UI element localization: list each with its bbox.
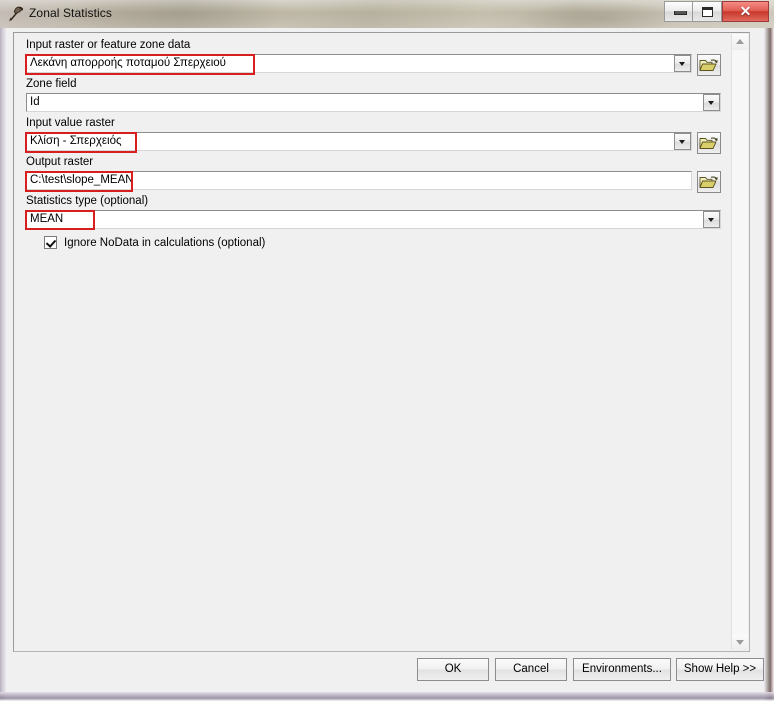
- chevron-down-icon[interactable]: [674, 55, 691, 72]
- field-statistics-type: Statistics type (optional) MEAN: [26, 195, 721, 229]
- statistics-type-combobox[interactable]: MEAN: [26, 210, 721, 229]
- browse-folder-button-output[interactable]: [697, 171, 721, 193]
- field-zone-field: Zone field Id: [26, 78, 721, 112]
- parameter-form: Input raster or feature zone data Λεκάνη…: [14, 33, 733, 651]
- field-input-value-raster: Input value raster Κλίση - Σπερχειός: [26, 117, 721, 154]
- field-label: Output raster: [26, 156, 94, 168]
- zone-field-combobox[interactable]: Id: [26, 93, 721, 112]
- field-row: C:\test\slope_MEAN: [26, 171, 721, 193]
- field-label: Zone field: [26, 78, 77, 90]
- input-value-raster-combobox[interactable]: Κλίση - Σπερχειός: [26, 132, 692, 151]
- window-controls: ✕: [664, 1, 769, 22]
- field-value: Λεκάνη απορροής ποταμού Σπερχειού: [30, 57, 226, 69]
- cancel-button[interactable]: Cancel: [495, 658, 567, 681]
- close-icon: ✕: [739, 3, 752, 19]
- browse-folder-button-value-raster[interactable]: [697, 132, 721, 154]
- window-title: Zonal Statistics: [29, 6, 112, 20]
- field-label: Input value raster: [26, 117, 115, 129]
- maximize-button[interactable]: [693, 1, 722, 22]
- field-input-raster-zone-data: Input raster or feature zone data Λεκάνη…: [26, 39, 721, 76]
- window-border-bottom: [0, 692, 774, 701]
- ok-button[interactable]: OK: [417, 658, 489, 681]
- maximize-icon: [702, 7, 713, 17]
- field-output-raster: Output raster C:\test\slope_MEAN: [26, 156, 721, 193]
- field-value: Κλίση - Σπερχειός: [30, 135, 122, 147]
- field-row: Κλίση - Σπερχειός: [26, 132, 721, 154]
- field-value: C:\test\slope_MEAN: [30, 174, 134, 186]
- zonal-statistics-window: Zonal Statistics ✕ Input raster or featu…: [0, 0, 774, 701]
- dialog-client-area: Input raster or feature zone data Λεκάνη…: [6, 28, 764, 692]
- ignore-nodata-checkbox[interactable]: [44, 236, 57, 249]
- vertical-scrollbar[interactable]: [731, 34, 748, 650]
- hammer-tool-icon: [7, 5, 25, 23]
- title-bar[interactable]: Zonal Statistics ✕: [0, 0, 774, 28]
- output-raster-input[interactable]: C:\test\slope_MEAN: [26, 171, 692, 190]
- input-raster-zone-data-combobox[interactable]: Λεκάνη απορροής ποταμού Σπερχειού: [26, 54, 692, 73]
- chevron-down-icon[interactable]: [703, 211, 720, 228]
- window-border-right: [764, 28, 774, 701]
- dialog-button-bar: OK Cancel Environments... Show Help >>: [6, 658, 764, 692]
- field-value: Id: [30, 96, 40, 108]
- chevron-down-icon[interactable]: [703, 94, 720, 111]
- field-label: Input raster or feature zone data: [26, 39, 191, 51]
- chevron-down-icon[interactable]: [674, 133, 691, 150]
- field-row: Id: [26, 93, 721, 112]
- minimize-icon: [674, 11, 687, 15]
- scroll-down-arrow-icon[interactable]: [732, 634, 748, 650]
- minimize-button[interactable]: [664, 1, 693, 22]
- browse-folder-button-input-zone[interactable]: [697, 54, 721, 76]
- scroll-up-arrow-icon[interactable]: [732, 34, 748, 50]
- field-value: MEAN: [30, 213, 64, 225]
- close-button[interactable]: ✕: [722, 1, 769, 22]
- ignore-nodata-checkbox-row[interactable]: Ignore NoData in calculations (optional): [44, 236, 265, 249]
- show-help-button[interactable]: Show Help >>: [676, 658, 764, 681]
- field-row: MEAN: [26, 210, 721, 229]
- parameters-pane: Input raster or feature zone data Λεκάνη…: [13, 32, 750, 652]
- field-row: Λεκάνη απορροής ποταμού Σπερχειού: [26, 54, 721, 76]
- field-label: Statistics type (optional): [26, 195, 149, 207]
- environments-button[interactable]: Environments...: [573, 658, 671, 681]
- ignore-nodata-label: Ignore NoData in calculations (optional): [64, 236, 266, 249]
